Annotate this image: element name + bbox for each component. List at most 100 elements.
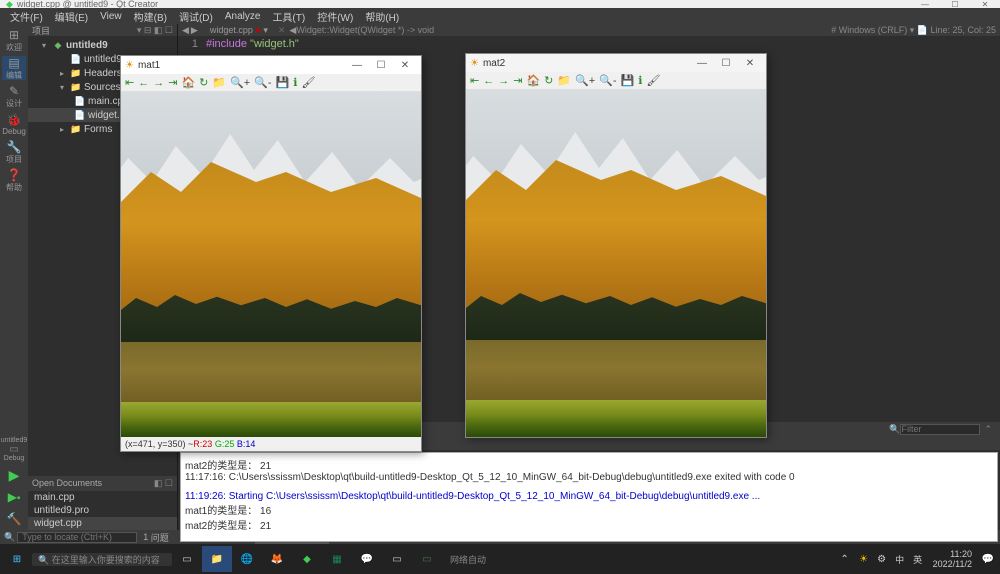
home-icon[interactable]: 🏠 bbox=[526, 74, 540, 87]
mat2-minimize[interactable]: — bbox=[690, 58, 714, 69]
tray-icon-2[interactable]: ⚙ bbox=[873, 546, 891, 572]
folder-icon[interactable]: 📁 bbox=[557, 74, 571, 87]
window-titlebar: ◆ widget.cpp @ untitled9 - Qt Creator bbox=[0, 0, 1000, 8]
tree-root[interactable]: ▾◆untitled9 bbox=[28, 38, 177, 52]
taskbar-app-2[interactable]: 🌐 bbox=[232, 546, 262, 572]
mat1-image bbox=[121, 92, 421, 437]
notifications-icon[interactable]: 💬 bbox=[978, 546, 998, 572]
nav-back-icon[interactable]: ◀ bbox=[182, 25, 191, 36]
taskbar-app-7[interactable]: ▭ bbox=[382, 546, 412, 572]
mat1-close[interactable]: ✕ bbox=[393, 60, 417, 71]
mode-edit[interactable]: ▤编辑 bbox=[2, 56, 26, 80]
open-doc-widget[interactable]: widget.cpp bbox=[28, 517, 177, 530]
nav-first-icon[interactable]: ⇤ bbox=[125, 76, 134, 89]
mode-welcome[interactable]: ⊞欢迎 bbox=[2, 28, 26, 52]
taskbar-app-4[interactable]: ◆ bbox=[292, 546, 322, 572]
zoom-in-icon[interactable]: 🔍+ bbox=[230, 76, 250, 89]
reload-icon[interactable]: ↻ bbox=[199, 76, 208, 89]
menu-window[interactable]: 控件(W) bbox=[311, 9, 359, 24]
open-documents-header: Open Documents ◧ ☐ bbox=[28, 476, 177, 491]
mat1-titlebar[interactable]: ☀ mat1 — ☐ ✕ bbox=[121, 56, 421, 74]
menu-debug[interactable]: 调试(D) bbox=[173, 9, 219, 24]
minimize-button[interactable]: — bbox=[910, 0, 940, 8]
filter-input[interactable] bbox=[900, 424, 980, 435]
home-icon[interactable]: 🏠 bbox=[181, 76, 195, 89]
mode-projects[interactable]: 🔧项目 bbox=[2, 140, 26, 164]
menu-analyze[interactable]: Analyze bbox=[219, 11, 267, 22]
menu-tools[interactable]: 工具(T) bbox=[266, 9, 311, 24]
tray-up-icon[interactable]: ⌃ bbox=[835, 546, 855, 572]
nav-last-icon[interactable]: ⇥ bbox=[513, 74, 522, 87]
run-target[interactable]: untitled9▭Debug bbox=[2, 436, 26, 462]
brush-icon[interactable]: 🖌 bbox=[646, 74, 660, 87]
folder-icon[interactable]: 📁 bbox=[212, 76, 226, 89]
zoom-in-icon[interactable]: 🔍+ bbox=[575, 74, 595, 87]
menu-edit[interactable]: 编辑(E) bbox=[49, 9, 94, 24]
reload-icon[interactable]: ↻ bbox=[544, 74, 553, 87]
symbol-breadcrumb[interactable]: Widget::Widget(QWidget *) -> void bbox=[296, 25, 434, 35]
taskbar-search[interactable]: 🔍 在这里输入你要搜索的内容 bbox=[32, 553, 172, 566]
tray-ime-2[interactable]: 英 bbox=[909, 546, 927, 572]
save-icon[interactable]: 💾 bbox=[276, 76, 290, 89]
menu-build[interactable]: 构建(B) bbox=[128, 9, 173, 24]
build-button[interactable]: 🔨 bbox=[2, 510, 26, 528]
info-icon[interactable]: ℹ bbox=[638, 74, 642, 87]
tray-icon-1[interactable]: ☀ bbox=[855, 546, 873, 572]
taskbar-app-6[interactable]: 💬 bbox=[352, 546, 382, 572]
debug-run-button[interactable]: ▶⬝ bbox=[2, 488, 26, 506]
menu-help[interactable]: 帮助(H) bbox=[359, 9, 405, 24]
nav-func-back-icon[interactable]: ◀ bbox=[289, 25, 296, 36]
mode-selector: ⊞欢迎 ▤编辑 ✎设计 🐞Debug 🔧项目 ❓帮助 untitled9▭Deb… bbox=[0, 24, 28, 530]
mat2-image bbox=[466, 90, 766, 437]
close-button[interactable]: ✕ bbox=[970, 0, 1000, 8]
output-expand-icon[interactable]: ⌃ bbox=[980, 424, 996, 435]
editor-file-combo[interactable]: widget.cpp ● ▾ bbox=[204, 25, 274, 36]
nav-first-icon[interactable]: ⇤ bbox=[470, 74, 479, 87]
maximize-button[interactable]: ☐ bbox=[940, 0, 970, 8]
mode-help[interactable]: ❓帮助 bbox=[2, 168, 26, 192]
output-line: mat2的类型是： 21 bbox=[185, 457, 993, 472]
brush-icon[interactable]: 🖌 bbox=[301, 76, 315, 89]
tray-ime[interactable]: 中 bbox=[891, 546, 909, 572]
zoom-out-icon[interactable]: 🔍- bbox=[599, 74, 616, 87]
panel-issues[interactable]: 1 问题 bbox=[137, 531, 175, 544]
start-button[interactable]: ⊞ bbox=[2, 546, 32, 572]
panel-controls[interactable]: ▾ ⊟ ◧ ☐ bbox=[137, 25, 173, 36]
mode-design[interactable]: ✎设计 bbox=[2, 84, 26, 108]
open-doc-pro[interactable]: untitled9.pro bbox=[28, 504, 177, 517]
taskbar-app-3[interactable]: 🦊 bbox=[262, 546, 292, 572]
mat2-close[interactable]: ✕ bbox=[738, 58, 762, 69]
menu-view[interactable]: View bbox=[94, 11, 128, 22]
mat2-titlebar[interactable]: ☀ mat2 — ☐ ✕ bbox=[466, 54, 766, 72]
nav-prev-icon[interactable]: ← bbox=[138, 77, 149, 89]
application-output[interactable]: mat2的类型是： 21 11:17:16: C:\Users\ssissm\D… bbox=[180, 452, 998, 542]
taskbar-app-8[interactable]: ▭ bbox=[412, 546, 442, 572]
project-header: 项目 ▾ ⊟ ◧ ☐ bbox=[28, 24, 177, 36]
task-view-icon[interactable]: ▭ bbox=[172, 546, 202, 572]
mode-debug[interactable]: 🐞Debug bbox=[2, 112, 26, 136]
menu-file[interactable]: 文件(F) bbox=[4, 9, 49, 24]
line-number: 1 bbox=[182, 38, 206, 50]
zoom-out-icon[interactable]: 🔍- bbox=[254, 76, 271, 89]
output-line: mat2的类型是： 21 bbox=[185, 517, 993, 532]
taskbar-clock[interactable]: 11:20 2022/11/2 bbox=[927, 549, 978, 569]
taskbar-app-5[interactable]: ▦ bbox=[322, 546, 352, 572]
nav-last-icon[interactable]: ⇥ bbox=[168, 76, 177, 89]
mat1-minimize[interactable]: — bbox=[345, 60, 369, 71]
nav-prev-icon[interactable]: ← bbox=[483, 75, 494, 87]
save-icon[interactable]: 💾 bbox=[621, 74, 635, 87]
open-doc-main[interactable]: main.cpp bbox=[28, 491, 177, 504]
nav-fwd-icon[interactable]: ▶ bbox=[191, 25, 204, 36]
code-editor[interactable]: 1 #include "widget.h" bbox=[178, 36, 1000, 52]
open-docs-controls[interactable]: ◧ ☐ bbox=[154, 478, 173, 489]
mat1-maximize[interactable]: ☐ bbox=[369, 60, 393, 71]
info-icon[interactable]: ℹ bbox=[293, 76, 297, 89]
taskbar-app-1[interactable]: 📁 bbox=[202, 546, 232, 572]
image-window-mat2[interactable]: ☀ mat2 — ☐ ✕ ⇤ ← → ⇥ 🏠 ↻ 📁 🔍+ 🔍- 💾 ℹ 🖌 bbox=[465, 53, 767, 438]
nav-next-icon[interactable]: → bbox=[498, 75, 509, 87]
image-window-mat1[interactable]: ☀ mat1 — ☐ ✕ ⇤ ← → ⇥ 🏠 ↻ 📁 🔍+ 🔍- 💾 ℹ 🖌 (… bbox=[120, 55, 422, 452]
locator-input[interactable] bbox=[17, 532, 137, 543]
nav-next-icon[interactable]: → bbox=[153, 77, 164, 89]
run-button[interactable]: ▶ bbox=[2, 466, 26, 484]
mat2-maximize[interactable]: ☐ bbox=[714, 58, 738, 69]
